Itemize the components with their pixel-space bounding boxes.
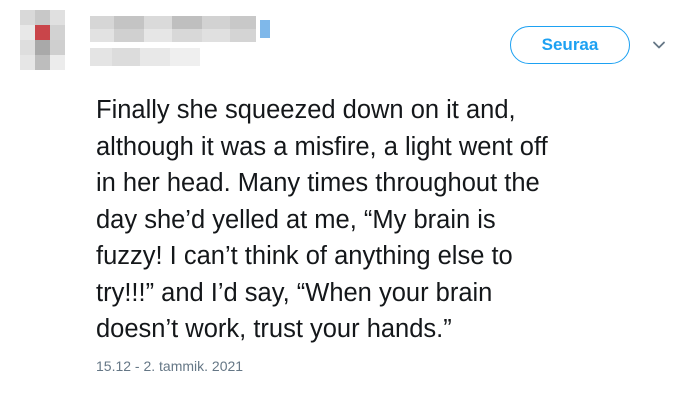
handle-redacted [90,48,200,66]
tweet-text-line: doesn’t work, trust your hands.” [96,315,452,343]
chevron-down-icon[interactable] [650,36,668,54]
tweet-text-line: although it was a misfire, a light went … [96,132,548,161]
tweet-text-line: in her head. Many times throughout the [96,169,540,197]
tweet-text: Finally she squeezed down on it and, alt… [96,92,686,348]
tweet-text-line: try!!!” and I’d say, “When your brain [96,278,493,307]
follow-button[interactable]: Seuraa [510,26,630,64]
tweet-text-line: fuzzy! I can’t think of anything else to [96,242,513,270]
tweet-text-line: day she’d yelled at me, “My brain is [96,205,496,234]
avatar[interactable] [20,10,80,70]
tweet-timestamp[interactable]: 15.12 - 2. tammik. 2021 [96,358,243,374]
display-name-redacted[interactable] [90,16,280,42]
tweet-text-line: Finally she squeezed down on it and, [96,96,516,124]
